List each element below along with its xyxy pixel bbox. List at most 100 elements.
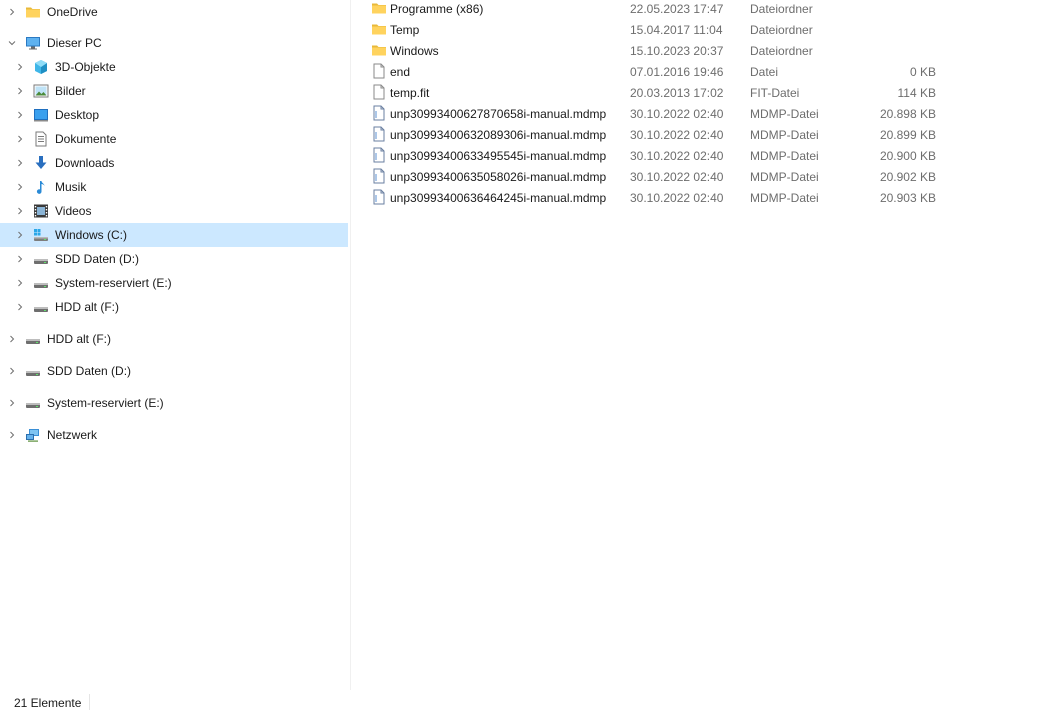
nav-item-dokumente[interactable]: Dokumente [0,127,348,151]
file-name: unp30993400633495545i-manual.mdmp [390,148,607,163]
nav-item-label: Desktop [55,108,100,122]
file-name: Programme (x86) [390,1,484,16]
file-date: 20.03.2013 17:02 [630,85,724,100]
file-name: unp30993400636464245i-manual.mdmp [390,190,607,205]
nav-item-hdd-alt-f[interactable]: HDD alt (F:) [0,327,348,351]
file-type: FIT-Datei [750,85,800,100]
nav-item-label: OneDrive [47,5,98,19]
file-name: unp30993400627870658i-manual.mdmp [390,106,607,121]
navigation-pane[interactable]: OneDrive Dieser PC 3D-Objekte Bilder Desktop… [0,0,351,690]
file-type: Datei [750,64,779,79]
file-list[interactable]: Programme (x86) 22.05.2023 17:47 Dateiordn… [351,0,1054,690]
file-date: 15.10.2023 20:37 [630,43,724,58]
file-size: 20.902 KB [879,169,936,184]
documents-icon [33,131,49,147]
nav-item-sdd-daten-d[interactable]: SDD Daten (D:) [0,359,348,383]
nav-item-downloads[interactable]: Downloads [0,151,348,175]
chevron-right-icon[interactable] [14,253,26,265]
nav-item-sdd-daten-d[interactable]: SDD Daten (D:) [0,247,348,271]
nav-item-videos[interactable]: Videos [0,199,348,223]
chevron-right-icon[interactable] [14,133,26,145]
file-size: 20.903 KB [879,190,936,205]
nav-item-label: 3D-Objekte [55,60,116,74]
file-size: 20.899 KB [879,127,936,142]
computer-icon [25,35,41,51]
file-row[interactable]: unp30993400632089306i-manual.mdmp 30.10.2… [351,124,1054,145]
file-row[interactable]: unp30993400635058026i-manual.mdmp 30.10.2… [351,166,1054,187]
nav-item-system-reserviert-e[interactable]: System-reserviert (E:) [0,391,348,415]
file-row[interactable]: Programme (x86) 22.05.2023 17:47 Dateiordn… [351,0,1054,19]
file-type: Dateiordner [750,43,813,58]
nav-item-hdd-alt-f[interactable]: HDD alt (F:) [0,295,348,319]
nav-item-3d-objekte[interactable]: 3D-Objekte [0,55,348,79]
file-row[interactable]: end 07.01.2016 19:46 Datei 0 KB [351,61,1054,82]
file-type: MDMP-Datei [750,127,819,142]
drive-icon [25,331,41,347]
file-row[interactable]: Temp 15.04.2017 11:04 Dateiordner [351,19,1054,40]
chevron-right-icon[interactable] [6,6,18,18]
file-size: 20.900 KB [879,148,936,163]
nav-item-label: SDD Daten (D:) [47,364,132,378]
nav-item-label: Netzwerk [47,428,98,442]
item-count: 21 Elemente [14,696,82,710]
file-date: 30.10.2022 02:40 [630,148,724,163]
nav-item-windows-c[interactable]: Windows (C:) [0,223,348,247]
chevron-right-icon[interactable] [14,109,26,121]
file-type: MDMP-Datei [750,148,819,163]
dump-file-icon [371,168,387,184]
chevron-right-icon[interactable] [14,157,26,169]
nav-item-netzwerk[interactable]: Netzwerk [0,423,348,447]
file-date: 30.10.2022 02:40 [630,106,724,121]
file-icon [371,63,387,79]
nav-item-label: Dokumente [55,132,117,146]
file-row[interactable]: unp30993400633495545i-manual.mdmp 30.10.2… [351,145,1054,166]
chevron-right-icon[interactable] [6,365,18,377]
nav-item-system-reserviert-e[interactable]: System-reserviert (E:) [0,271,348,295]
file-row[interactable]: unp30993400627870658i-manual.mdmp 30.10.2… [351,103,1054,124]
file-row[interactable]: Windows 15.10.2023 20:37 Dateiordner [351,40,1054,61]
file-date: 22.05.2023 17:47 [630,1,724,16]
chevron-right-icon[interactable] [14,61,26,73]
file-size: 0 KB [909,64,936,79]
nav-item-desktop[interactable]: Desktop [0,103,348,127]
dump-file-icon [371,147,387,163]
chevron-right-icon[interactable] [14,229,26,241]
file-date: 30.10.2022 02:40 [630,190,724,205]
nav-item-label: Dieser PC [47,36,102,50]
file-name: unp30993400635058026i-manual.mdmp [390,169,607,184]
chevron-right-icon[interactable] [6,429,18,441]
nav-item-label: SDD Daten (D:) [55,252,140,266]
chevron-right-icon[interactable] [6,397,18,409]
desktop-icon [33,107,49,123]
file-type: MDMP-Datei [750,106,819,121]
chevron-right-icon[interactable] [14,181,26,193]
chevron-right-icon[interactable] [14,205,26,217]
chevron-right-icon[interactable] [6,333,18,345]
file-name: unp30993400632089306i-manual.mdmp [390,127,607,142]
file-type: Dateiordner [750,1,813,16]
nav-item-dieser-pc[interactable]: Dieser PC [0,31,348,55]
status-bar: 21 Elemente [0,690,1054,715]
file-name: end [390,64,411,79]
file-icon [371,84,387,100]
chevron-right-icon[interactable] [14,85,26,97]
3d-objects-icon [33,59,49,75]
nav-item-label: HDD alt (F:) [47,332,111,346]
nav-item-onedrive[interactable]: OneDrive [0,0,348,24]
chevron-down-icon[interactable] [6,37,18,49]
nav-item-label: System-reserviert (E:) [47,396,164,410]
file-date: 07.01.2016 19:46 [630,64,724,79]
nav-item-label: Windows (C:) [55,228,128,242]
file-row[interactable]: unp30993400636464245i-manual.mdmp 30.10.2… [351,187,1054,208]
chevron-right-icon[interactable] [14,301,26,313]
dump-file-icon [371,126,387,142]
drive-icon [25,363,41,379]
file-size: 20.898 KB [879,106,936,121]
file-row[interactable]: temp.fit 20.03.2013 17:02 FIT-Datei 114 KB [351,82,1054,103]
nav-item-musik[interactable]: Musik [0,175,348,199]
folder-icon [25,4,41,20]
nav-item-label: System-reserviert (E:) [55,276,172,290]
nav-item-bilder[interactable]: Bilder [0,79,348,103]
file-date: 15.04.2017 11:04 [630,22,723,37]
chevron-right-icon[interactable] [14,277,26,289]
